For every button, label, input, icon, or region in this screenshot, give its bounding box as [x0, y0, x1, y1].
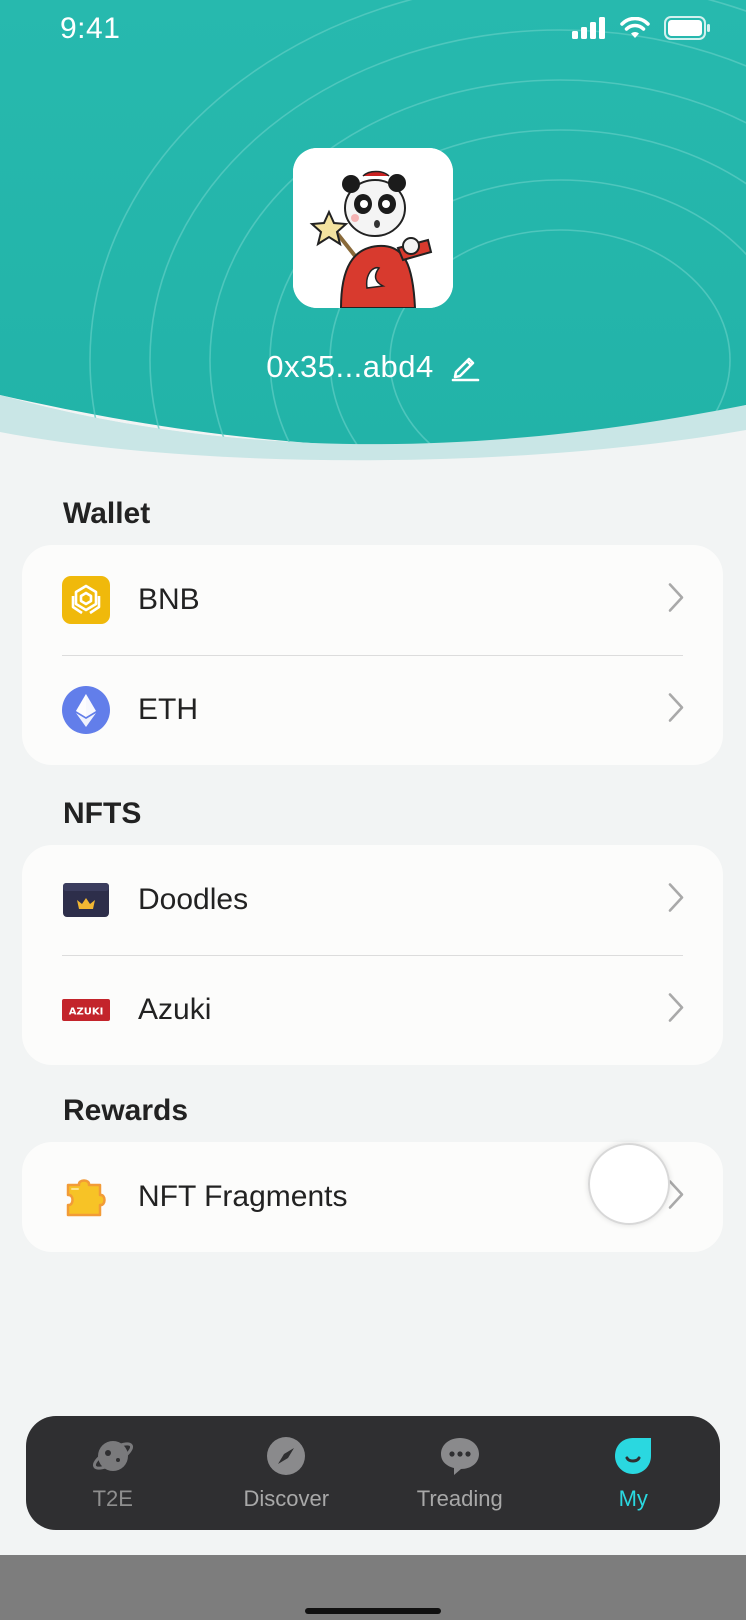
touch-indicator [588, 1143, 670, 1225]
tab-label: T2E [92, 1486, 133, 1511]
nft-item-doodles[interactable]: Doodles [22, 845, 723, 955]
panda-avatar-image [293, 148, 453, 308]
wallet-item-bnb[interactable]: BNB [22, 545, 723, 655]
rewards-section-title: Rewards [63, 1094, 189, 1127]
status-icons [572, 16, 710, 40]
tab-treading[interactable]: Treading [373, 1416, 547, 1530]
wifi-icon [620, 17, 650, 38]
home-indicator [305, 1608, 441, 1614]
chevron-right-icon [667, 882, 685, 919]
azuki-icon: AZUKI [62, 986, 110, 1034]
battery-icon [664, 16, 710, 40]
chevron-right-icon [667, 582, 685, 619]
wallet-item-label: BNB [138, 583, 200, 616]
compass-icon [267, 1437, 306, 1475]
status-time: 9:41 [60, 12, 121, 45]
profile-avatar[interactable] [293, 148, 453, 308]
planet-icon [92, 1441, 133, 1471]
nft-item-azuki[interactable]: AZUKI Azuki [22, 955, 723, 1065]
chat-bubble-icon [440, 1438, 479, 1475]
wallet-address: 0x35...abd4 [266, 349, 434, 384]
doodles-icon [62, 876, 110, 924]
reward-item-label: NFT Fragments [138, 1180, 348, 1213]
nft-item-label: Azuki [138, 993, 212, 1026]
drop-smile-icon [615, 1438, 652, 1474]
puzzle-icon [62, 1173, 110, 1221]
tab-my[interactable]: My [547, 1416, 721, 1530]
chevron-right-icon [667, 692, 685, 729]
wallet-item-eth[interactable]: ETH [22, 655, 723, 765]
edit-pencil-icon[interactable] [450, 352, 480, 382]
nft-item-label: Doodles [138, 883, 249, 916]
chevron-right-icon [667, 992, 685, 1029]
tab-t2e[interactable]: T2E [26, 1416, 200, 1530]
wallet-section-title: Wallet [63, 497, 151, 530]
status-bar: 9:41 [0, 0, 746, 60]
bnb-icon [62, 576, 110, 624]
tab-label: My [618, 1486, 648, 1511]
nfts-card: Doodles AZUKI Azuki [22, 845, 723, 1065]
tab-discover[interactable]: Discover [200, 1416, 374, 1530]
tab-label: Discover [243, 1486, 330, 1511]
tab-label: Treading [416, 1486, 503, 1511]
nfts-section-title: NFTS [63, 797, 142, 830]
bottom-tab-bar: T2E Discover Treading My [26, 1416, 720, 1530]
address-row: 0x35...abd4 [0, 345, 746, 389]
wallet-item-label: ETH [138, 693, 198, 726]
profile-header: 9:41 0x35...abd4 [0, 0, 746, 470]
signal-icon [572, 17, 605, 39]
eth-icon [62, 686, 110, 734]
svg-text:AZUKI: AZUKI [69, 1007, 104, 1018]
wallet-card: BNB ETH [22, 545, 723, 765]
